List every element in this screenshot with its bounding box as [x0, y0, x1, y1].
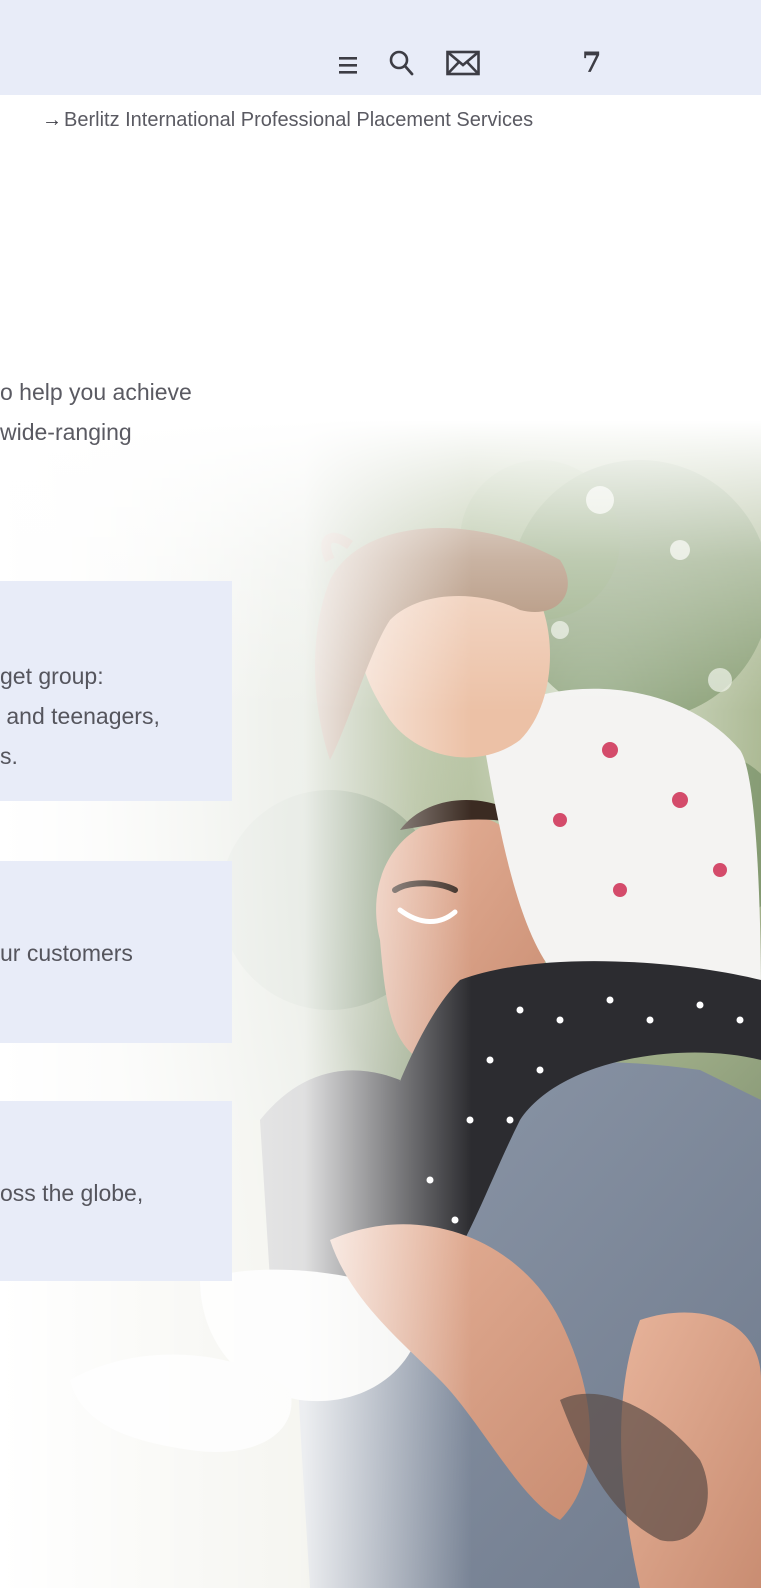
info-card-target-group: get group: and teenagers, s.	[0, 581, 232, 801]
intro-line-1: o help you achieve	[0, 379, 192, 405]
info-card-text: get group: and teenagers, s.	[0, 663, 160, 769]
mail-icon[interactable]	[446, 49, 480, 82]
breadcrumb-label: Berlitz International Professional Place…	[64, 109, 534, 131]
info-card-text: ur customers	[0, 940, 133, 966]
info-card-text: oss the globe,	[0, 1180, 144, 1206]
top-navigation-bar: 7	[0, 0, 761, 95]
arrow-right-icon: →	[42, 109, 62, 131]
breadcrumb-link[interactable]: → Berlitz International Professional Plac…	[42, 109, 533, 132]
menu-icon[interactable]	[339, 55, 359, 82]
page-number: 7	[582, 46, 602, 79]
intro-paragraph: o help you achieve wide-ranging	[0, 372, 192, 452]
info-card-customers: ur customers	[0, 861, 232, 1043]
search-icon[interactable]	[389, 49, 415, 82]
intro-line-2: wide-ranging	[0, 419, 132, 445]
info-card-globe: oss the globe,	[0, 1101, 232, 1281]
